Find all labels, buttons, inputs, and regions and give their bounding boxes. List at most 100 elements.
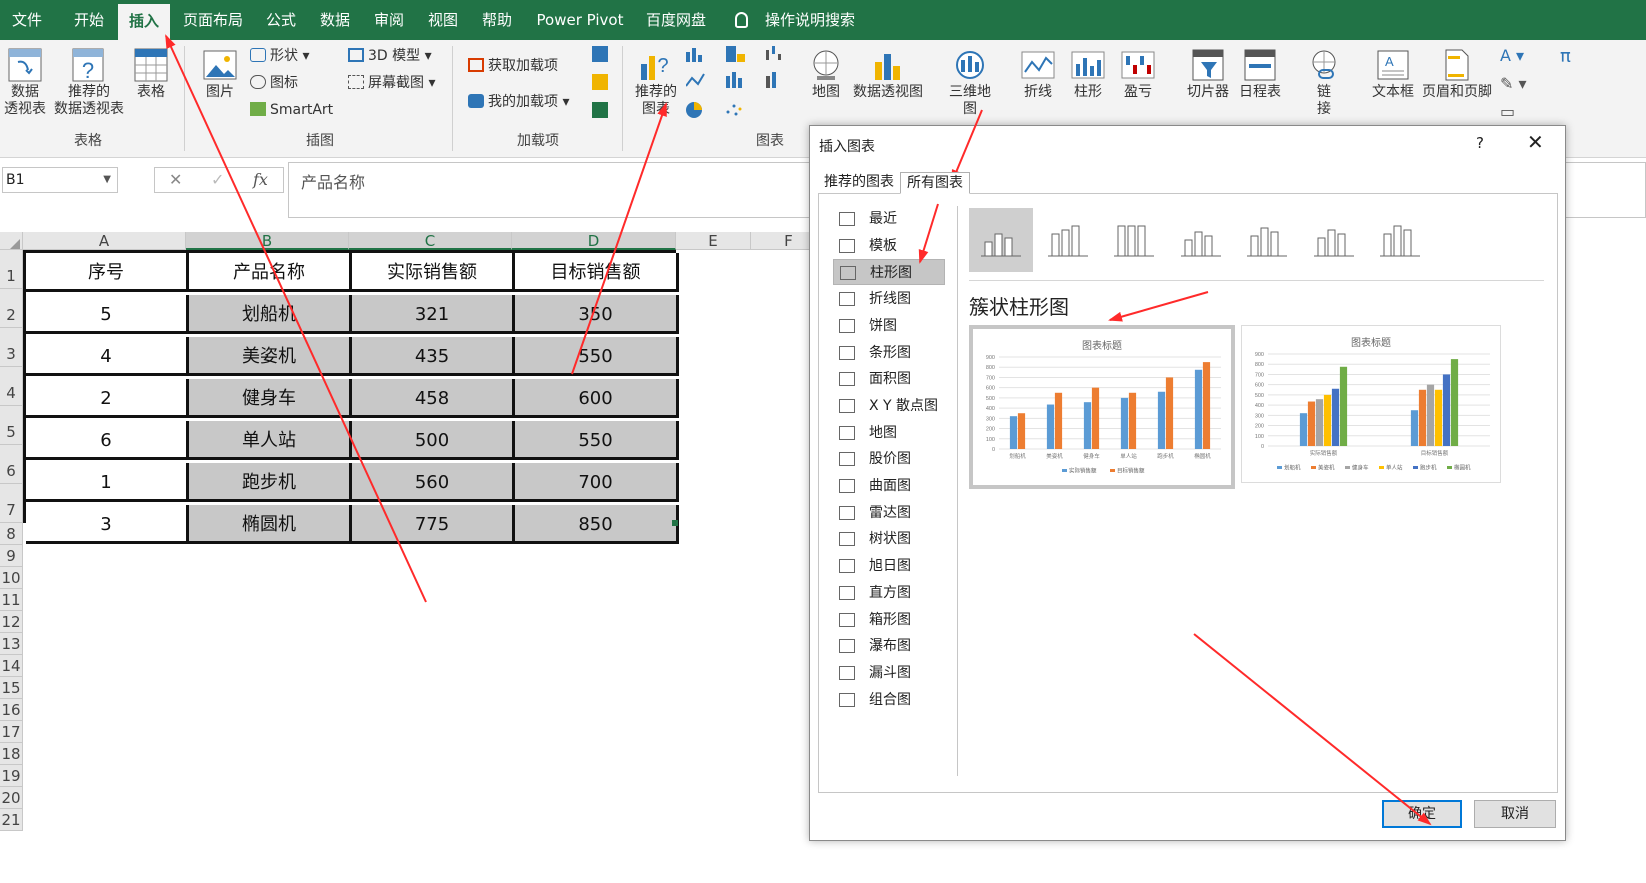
- row-header[interactable]: 19: [0, 765, 23, 787]
- scatter-chart-icon[interactable]: [726, 104, 742, 116]
- chart-category-item[interactable]: 最近: [833, 206, 945, 232]
- timeline-button[interactable]: 日程表: [1234, 48, 1286, 101]
- sparkline-column-button[interactable]: 柱形: [1068, 48, 1108, 101]
- recommended-charts-button[interactable]: ? 推荐的 图表: [632, 48, 680, 118]
- screenshot-button[interactable]: 屏幕截图 ▾: [348, 73, 435, 93]
- table-header-cell[interactable]: 目标销售额: [515, 253, 679, 292]
- chart-category-item[interactable]: 旭日图: [833, 553, 945, 579]
- wordart-icon[interactable]: A ▾: [1500, 46, 1524, 65]
- statistic-chart-icon[interactable]: [726, 72, 742, 88]
- fill-handle[interactable]: [672, 520, 678, 526]
- table-cell[interactable]: 5: [26, 295, 189, 334]
- chart-category-item[interactable]: 模板: [833, 233, 945, 259]
- row-header[interactable]: 20: [0, 787, 23, 809]
- tab-all-charts[interactable]: 所有图表: [900, 172, 970, 194]
- tab-help[interactable]: 帮助: [472, 0, 522, 40]
- tab-view[interactable]: 视图: [418, 0, 468, 40]
- get-addins-button[interactable]: 获取加载项: [468, 56, 558, 76]
- table-cell[interactable]: 4: [26, 337, 189, 376]
- close-icon[interactable]: ✕: [1527, 132, 1544, 152]
- table-cell[interactable]: 美姿机: [189, 337, 352, 376]
- chart-category-item[interactable]: 条形图: [833, 340, 945, 366]
- table-header-cell[interactable]: 实际销售额: [352, 253, 515, 292]
- pie-chart-icon[interactable]: [686, 102, 702, 118]
- table-cell[interactable]: 2: [26, 379, 189, 418]
- tab-baidu-netdisk[interactable]: 百度网盘: [638, 0, 714, 40]
- tell-me-search[interactable]: 操作说明搜索: [760, 0, 860, 40]
- row-header[interactable]: 13: [0, 633, 23, 655]
- help-button[interactable]: ?: [1476, 134, 1484, 152]
- chart-category-item[interactable]: 组合图: [833, 687, 945, 713]
- row-header[interactable]: 18: [0, 743, 23, 765]
- tab-review[interactable]: 审阅: [364, 0, 414, 40]
- line-chart-icon[interactable]: [686, 73, 705, 87]
- sparkline-winloss-button[interactable]: 盈亏: [1118, 48, 1158, 101]
- pictures-button[interactable]: 图片: [200, 48, 240, 101]
- chart-preview-1[interactable]: 图表标题 0 100 200 300 400 500 600 700 800 900 划船机 美姿机健…: [969, 325, 1235, 489]
- chart-category-item[interactable]: 树状图: [833, 526, 945, 552]
- row-header[interactable]: 6: [0, 445, 23, 484]
- pivot-chart-button[interactable]: 数据透视图: [850, 48, 926, 101]
- row-header[interactable]: 8: [0, 523, 23, 545]
- column-header[interactable]: C: [349, 232, 512, 250]
- chevron-down-icon[interactable]: ▼: [103, 168, 111, 192]
- chart-subtype-thumbnail[interactable]: [1368, 208, 1432, 272]
- row-header[interactable]: 9: [0, 545, 23, 567]
- column-header[interactable]: D: [512, 232, 676, 250]
- row-header[interactable]: 3: [0, 328, 23, 367]
- maps-button[interactable]: 地图: [808, 48, 844, 101]
- table-cell[interactable]: 椭圆机: [189, 505, 352, 544]
- chart-category-item[interactable]: X Y 散点图: [833, 393, 945, 419]
- table-cell[interactable]: 560: [352, 463, 515, 502]
- tab-home[interactable]: 开始: [62, 0, 116, 40]
- row-header[interactable]: 1: [0, 250, 23, 289]
- combo-chart-icon[interactable]: [766, 72, 776, 88]
- sparkline-line-button[interactable]: 折线: [1018, 48, 1058, 101]
- tab-insert[interactable]: 插入: [118, 4, 170, 40]
- table-cell[interactable]: 600: [515, 379, 679, 418]
- recommended-pivot-button[interactable]: ? 推荐的 数据透视表: [52, 48, 126, 118]
- table-button[interactable]: 表格: [132, 48, 170, 101]
- chart-category-item[interactable]: 直方图: [833, 580, 945, 606]
- table-cell[interactable]: 321: [352, 295, 515, 334]
- table-cell[interactable]: 单人站: [189, 421, 352, 460]
- ok-button[interactable]: 确定: [1382, 800, 1462, 828]
- tab-formulas[interactable]: 公式: [256, 0, 306, 40]
- chart-subtype-thumbnail[interactable]: [1169, 208, 1233, 272]
- table-cell[interactable]: 500: [352, 421, 515, 460]
- my-addins-button[interactable]: 我的加载项 ▾: [468, 92, 569, 112]
- visio-icon[interactable]: [592, 102, 608, 118]
- table-cell[interactable]: 健身车: [189, 379, 352, 418]
- select-all-corner[interactable]: [0, 232, 23, 250]
- chart-subtype-thumbnail[interactable]: [969, 208, 1033, 272]
- slicer-button[interactable]: 切片器: [1182, 48, 1234, 101]
- row-header[interactable]: 17: [0, 721, 23, 743]
- column-header[interactable]: B: [186, 232, 349, 250]
- object-icon[interactable]: ▭: [1500, 102, 1515, 121]
- table-header-cell[interactable]: 产品名称: [189, 253, 352, 292]
- name-box[interactable]: B1 ▼: [2, 167, 118, 193]
- 3d-model-button[interactable]: 3D 模型 ▾: [348, 46, 432, 66]
- column-chart-icon[interactable]: [686, 48, 702, 62]
- table-header-cell[interactable]: 序号: [26, 253, 189, 292]
- table-cell[interactable]: 1: [26, 463, 189, 502]
- tab-page-layout[interactable]: 页面布局: [176, 0, 250, 40]
- textbox-button[interactable]: A 文本框: [1370, 48, 1416, 101]
- chart-category-item[interactable]: 地图: [833, 420, 945, 446]
- row-header[interactable]: 10: [0, 567, 23, 589]
- chart-category-item[interactable]: 面积图: [833, 366, 945, 392]
- row-header[interactable]: 5: [0, 406, 23, 445]
- chart-subtype-thumbnail[interactable]: [1302, 208, 1366, 272]
- table-cell[interactable]: 700: [515, 463, 679, 502]
- table-cell[interactable]: 775: [352, 505, 515, 544]
- signature-line-icon[interactable]: ✎ ▾: [1500, 74, 1527, 93]
- column-header[interactable]: E: [676, 232, 751, 250]
- shapes-button[interactable]: 形状 ▾: [250, 46, 309, 66]
- chart-category-item[interactable]: 箱形图: [833, 607, 945, 633]
- chart-subtype-thumbnail[interactable]: [1235, 208, 1299, 272]
- table-cell[interactable]: 850: [515, 505, 679, 544]
- row-header[interactable]: 15: [0, 677, 23, 699]
- row-header[interactable]: 14: [0, 655, 23, 677]
- chart-category-item[interactable]: 柱形图: [833, 259, 945, 286]
- row-header[interactable]: 4: [0, 367, 23, 406]
